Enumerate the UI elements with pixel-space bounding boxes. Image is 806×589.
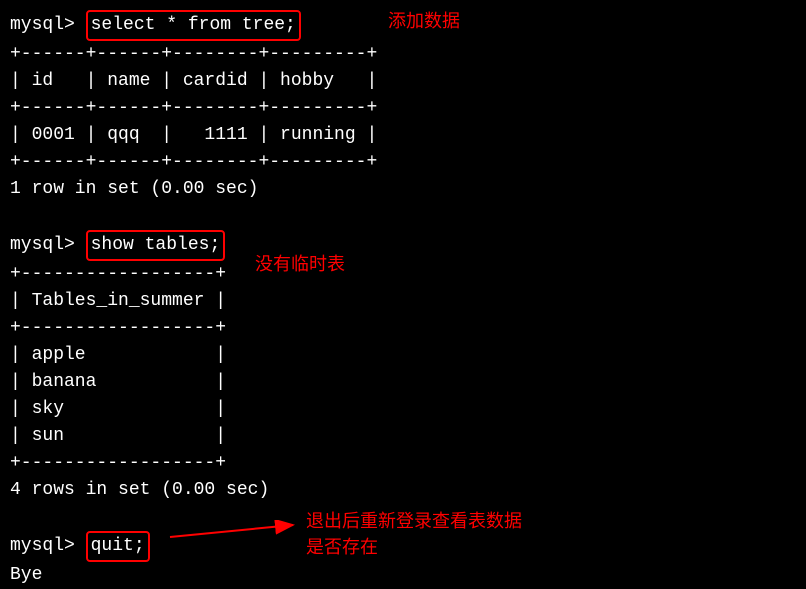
prompt: mysql> (10, 235, 86, 255)
annotation-no-temp-table: 没有临时表 (255, 253, 345, 280)
annotation-quit-line2: 是否存在 (306, 536, 378, 563)
prompt: mysql> (10, 15, 86, 35)
arrow-icon (168, 520, 303, 540)
prompt: mysql> (10, 536, 86, 556)
prompt-line-2[interactable]: mysql> show tables; (10, 230, 796, 261)
table2-row-1: | apple | (10, 342, 796, 369)
cmd-quit-highlight: quit; (86, 531, 150, 562)
table2-sep-top: +------------------+ (10, 261, 796, 288)
table2-row-4: | sun | (10, 423, 796, 450)
annotation-add-data: 添加数据 (388, 10, 460, 37)
table2-row-2: | banana | (10, 369, 796, 396)
table2-sep-bottom: +------------------+ (10, 450, 796, 477)
result-1: 1 row in set (0.00 sec) (10, 176, 796, 203)
blank-1 (10, 203, 796, 230)
table1-sep-mid: +------+------+--------+---------+ (10, 95, 796, 122)
bye: Bye (10, 562, 796, 589)
table1-sep-top: +------+------+--------+---------+ (10, 41, 796, 68)
cmd-quit: quit; (91, 536, 145, 556)
cmd-show-tables: show tables; (91, 235, 221, 255)
table1-sep-bottom: +------+------+--------+---------+ (10, 149, 796, 176)
cmd-show-highlight: show tables; (86, 230, 226, 261)
table1-row-1: | 0001 | qqq | 1111 | running | (10, 122, 796, 149)
table2-header: | Tables_in_summer | (10, 288, 796, 315)
table1-header: | id | name | cardid | hobby | (10, 68, 796, 95)
table2-row-3: | sky | (10, 396, 796, 423)
annotation-quit-line1: 退出后重新登录查看表数据 (306, 510, 522, 537)
cmd-select-highlight: select * from tree; (86, 10, 301, 41)
table2-sep-mid: +------------------+ (10, 315, 796, 342)
cmd-select: select * from tree; (91, 15, 296, 35)
result-2: 4 rows in set (0.00 sec) (10, 477, 796, 504)
